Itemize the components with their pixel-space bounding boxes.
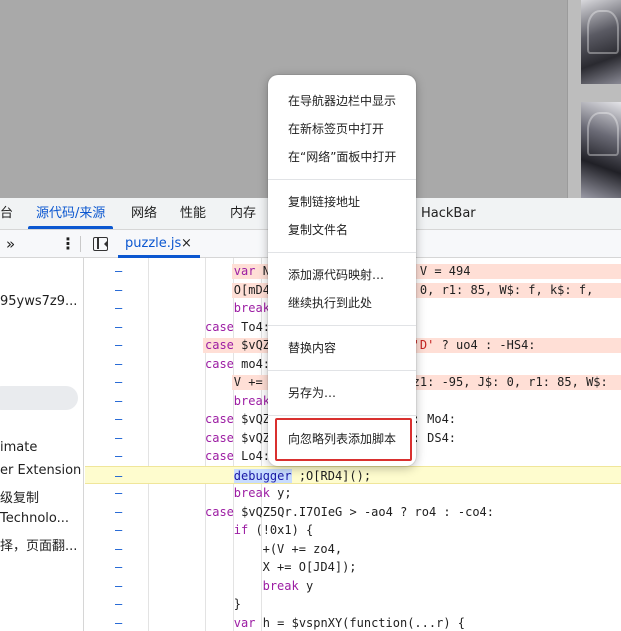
code-text: case To4: — [205, 319, 271, 334]
line-gutter-marker[interactable]: – — [115, 262, 125, 280]
line-gutter-marker[interactable]: – — [115, 484, 125, 502]
code-line[interactable]: – var h = $vspnXY(function(...r) { — [85, 614, 621, 631]
menu-item-reveal-in-navigator[interactable]: 在导航器边栏中显示 — [268, 88, 416, 114]
code-text: case $vQZ — [205, 412, 271, 426]
code-line[interactable]: – break y; — [85, 484, 621, 503]
navigator-item[interactable]: 择，页面翻... — [0, 535, 77, 554]
line-gutter-marker[interactable]: – — [115, 281, 125, 299]
line-gutter-marker[interactable]: – — [115, 540, 125, 558]
code-text: case Lo4: — [205, 449, 271, 463]
file-tab-puzzle-js[interactable]: puzzle.js × — [118, 230, 200, 258]
highlight-annotation-box — [275, 418, 412, 461]
line-gutter-marker[interactable]: – — [115, 467, 125, 485]
page-thumbnail-image — [581, 102, 621, 198]
debugger-keyword: debugger — [233, 468, 292, 483]
line-gutter-marker[interactable]: – — [115, 355, 125, 373]
tab-hackbar[interactable]: HackBar — [421, 198, 476, 229]
code-line[interactable]: – X += O[JD4]); — [85, 558, 621, 577]
line-gutter-marker[interactable]: – — [115, 373, 125, 391]
menu-separator — [268, 252, 416, 253]
tab-network[interactable]: 网络 — [131, 198, 157, 229]
code-text: debugger ;O[RD4](); — [233, 468, 372, 483]
code-text: case $vQZ5Qr.I7OIeG > -ao4 ? ro4 : -co4: — [205, 504, 494, 519]
line-gutter-marker[interactable]: – — [115, 410, 125, 428]
file-navigator: 95yws7z9... imate er Extension 级复制 Techn… — [0, 258, 84, 631]
code-text: var h = $vspnXY(function(...r) { — [233, 615, 465, 630]
code-text: var N — [233, 264, 270, 278]
code-text: break — [233, 301, 270, 315]
code-text-continuation: e {z1: -95, J$: 0, r1: 85, W$: — [391, 375, 608, 389]
code-text: V += — [233, 375, 263, 389]
close-icon[interactable]: × — [181, 230, 192, 257]
line-gutter-marker[interactable]: – — [115, 392, 125, 410]
line-gutter-marker[interactable]: – — [115, 558, 125, 576]
code-text: break — [233, 393, 270, 408]
line-gutter-marker[interactable]: – — [115, 299, 125, 317]
tab-memory[interactable]: 内存 — [230, 198, 256, 229]
line-gutter-marker[interactable]: – — [115, 503, 125, 521]
code-text: O[mD4 — [233, 282, 270, 297]
menu-item-continue-to-here[interactable]: 继续执行到此处 — [268, 290, 416, 316]
menu-item-override-content[interactable]: 替换内容 — [268, 335, 416, 361]
line-gutter-marker[interactable]: – — [115, 614, 125, 631]
code-text: break y — [262, 578, 314, 593]
tab-performance[interactable]: 性能 — [180, 198, 206, 229]
code-line[interactable]: – break y — [85, 577, 621, 596]
menu-separator — [268, 325, 416, 326]
paused-code-line[interactable]: – debugger ;O[RD4](); — [85, 465, 621, 485]
code-text: case $vQZ — [205, 430, 271, 445]
toggle-navigator-icon[interactable] — [93, 237, 108, 251]
tab-console-partial[interactable]: 台 — [0, 198, 13, 229]
line-gutter-marker[interactable]: – — [115, 595, 125, 613]
code-text: +(V += zo4, — [262, 541, 343, 556]
menu-item-copy-link-address[interactable]: 复制链接地址 — [268, 189, 416, 215]
line-gutter-marker[interactable]: – — [115, 429, 125, 447]
navigator-filter-input[interactable] — [0, 386, 78, 410]
line-gutter-marker[interactable]: – — [115, 318, 125, 336]
code-text: case mo4: — [205, 356, 271, 371]
line-gutter-marker[interactable]: – — [115, 336, 125, 354]
code-line[interactable]: – if (!0x1) { — [85, 521, 621, 540]
navigator-item[interactable]: Technolo... — [0, 511, 69, 526]
code-line[interactable]: –} — [85, 595, 621, 614]
navigator-item[interactable]: 95yws7z9... — [0, 294, 77, 309]
line-gutter-marker[interactable]: – — [115, 577, 125, 595]
context-menu: 在导航器边栏中显示 在新标签页中打开 在“网络”面板中打开 复制链接地址 复制文… — [268, 75, 416, 466]
navigator-item[interactable]: imate — [0, 440, 37, 455]
code-text-continuation: J$: 0, r1: 85, W$: f, k$: f, — [391, 282, 594, 297]
menu-item-open-in-network-panel[interactable]: 在“网络”面板中打开 — [268, 144, 416, 170]
page-thumbnail-image — [581, 0, 621, 84]
navigator-item[interactable]: er Extension — [0, 463, 81, 478]
code-line[interactable]: – +(V += zo4, — [85, 540, 621, 559]
code-text: if (!0x1) { — [233, 523, 314, 537]
navigator-item[interactable]: 级复制 — [0, 487, 39, 506]
more-tabs-chevron-icon[interactable]: » — [6, 230, 15, 258]
toolbar-divider — [80, 236, 81, 252]
menu-item-copy-file-name[interactable]: 复制文件名 — [268, 217, 416, 243]
code-text: X += O[JD4]); — [262, 560, 357, 574]
menu-separator — [268, 179, 416, 180]
code-text: } — [233, 597, 242, 611]
code-text: break y; — [233, 486, 292, 500]
more-options-icon[interactable]: ⋮ — [60, 230, 76, 258]
menu-separator — [268, 370, 416, 371]
menu-item-add-source-map[interactable]: 添加源代码映射… — [268, 262, 416, 288]
menu-item-save-as[interactable]: 另存为… — [268, 380, 416, 406]
tab-sources[interactable]: 源代码/来源 — [27, 198, 114, 229]
menu-separator — [268, 415, 416, 416]
file-tab-label: puzzle.js — [125, 236, 182, 251]
line-gutter-marker[interactable]: – — [115, 447, 125, 465]
menu-item-open-in-new-tab[interactable]: 在新标签页中打开 — [268, 116, 416, 142]
code-text: case $vQZ — [205, 338, 271, 352]
line-gutter-marker[interactable]: – — [115, 521, 125, 539]
code-line[interactable]: – case $vQZ5Qr.I7OIeG > -ao4 ? ro4 : -co4… — [85, 503, 621, 522]
